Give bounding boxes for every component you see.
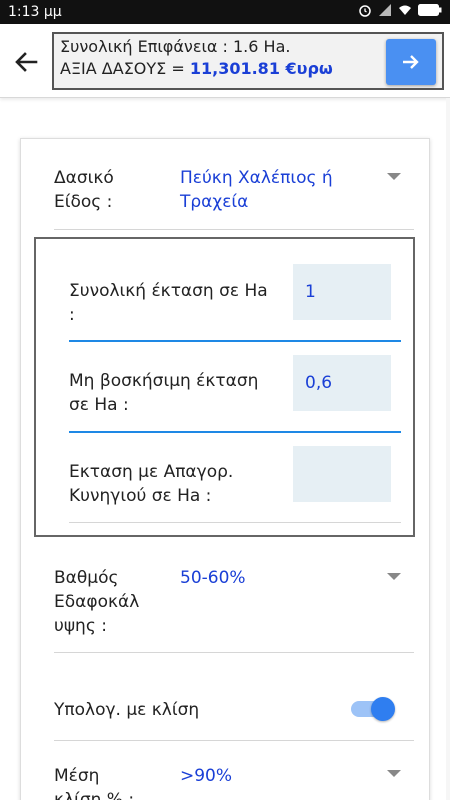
status-bar: 1:13 μμ (0, 0, 450, 24)
non-grazing-area-input[interactable]: 0,6 (293, 355, 391, 411)
battery-icon (418, 4, 442, 16)
species-value-line2: Τραχεία (180, 192, 249, 212)
coverage-label-line2: Εδαφοκάλ (54, 592, 140, 612)
status-icons (358, 3, 442, 17)
species-label: Δασικό Είδος : (54, 166, 114, 214)
hunting-ban-area-label: Εκταση με Απαγορ. Κυνηγιού σε Ha : (69, 460, 233, 508)
total-area-label-line1: Συνολική έκταση σε Ha (69, 281, 268, 301)
total-area-label: Συνολική έκταση σε Ha : (69, 279, 268, 327)
non-grazing-label-line2: σε Ha : (69, 395, 129, 415)
app-bar: Συνολική Επιφάνεια : 1.6 Ha. ΑΞΙΑ ΔΑΣΟΥΣ… (0, 24, 450, 98)
mean-slope-select[interactable]: >90% (180, 764, 232, 788)
divider (54, 652, 414, 653)
coverage-label: Βαθμός Εδαφοκάλ υψης : (54, 566, 139, 638)
hunting-label-line1: Εκταση με Απαγορ. (69, 462, 234, 482)
mean-slope-label: Μέση κλίση % : (54, 764, 134, 800)
mean-slope-label-line2: κλίση % : (54, 790, 135, 800)
divider (69, 522, 401, 523)
total-area-underline (69, 340, 401, 342)
arrow-right-icon (403, 55, 419, 69)
species-value-line1: Πεύκη Χαλέπιος ή (180, 168, 333, 188)
scroll-track (446, 98, 450, 800)
alarm-icon (359, 5, 371, 17)
wifi-icon (399, 5, 411, 15)
status-time: 1:13 μμ (8, 4, 62, 20)
non-grazing-label-line1: Μη βοσκήσιμη έκταση (69, 371, 259, 391)
species-dropdown-icon[interactable] (387, 173, 401, 180)
forest-value-amount: 11,301.81 €υρω (189, 59, 333, 78)
non-grazing-underline (69, 431, 401, 433)
divider (54, 229, 414, 230)
total-area-text: Συνολική Επιφάνεια : 1.6 Ha. (60, 37, 291, 56)
divider (54, 740, 414, 741)
species-select[interactable]: Πεύκη Χαλέπιος ή Τραχεία (180, 166, 333, 214)
forest-value-text: ΑΞΙΑ ΔΑΣΟΥΣ = 11,301.81 €υρω (60, 59, 333, 78)
slope-toggle-switch[interactable] (371, 697, 395, 721)
hunting-label-line2: Κυνηγιού σε Ha : (69, 486, 212, 506)
species-label-line2: Είδος : (54, 192, 113, 212)
total-area-label-line2: : (69, 305, 75, 325)
non-grazing-area-label: Μη βοσκήσιμη έκταση σε Ha : (69, 369, 258, 417)
back-arrow-icon[interactable] (10, 46, 42, 78)
coverage-label-line1: Βαθμός (54, 568, 119, 588)
species-label-line1: Δασικό (54, 168, 114, 188)
coverage-dropdown-icon[interactable] (387, 573, 401, 580)
slope-toggle-label: Υπολογ. με κλίση (54, 700, 200, 720)
proceed-button[interactable] (386, 39, 436, 85)
total-area-input[interactable]: 1 (293, 264, 391, 320)
mean-slope-dropdown-icon[interactable] (387, 770, 401, 777)
forest-value-prefix: ΑΞΙΑ ΔΑΣΟΥΣ = (60, 59, 190, 78)
signal-icon (379, 4, 391, 16)
mean-slope-label-line1: Μέση (54, 766, 100, 786)
coverage-label-line3: υψης : (54, 616, 107, 636)
forest-value-summary: Συνολική Επιφάνεια : 1.6 Ha. ΑΞΙΑ ΔΑΣΟΥΣ… (52, 32, 444, 90)
coverage-select[interactable]: 50-60% (180, 566, 246, 590)
hunting-ban-area-input[interactable] (293, 446, 391, 502)
